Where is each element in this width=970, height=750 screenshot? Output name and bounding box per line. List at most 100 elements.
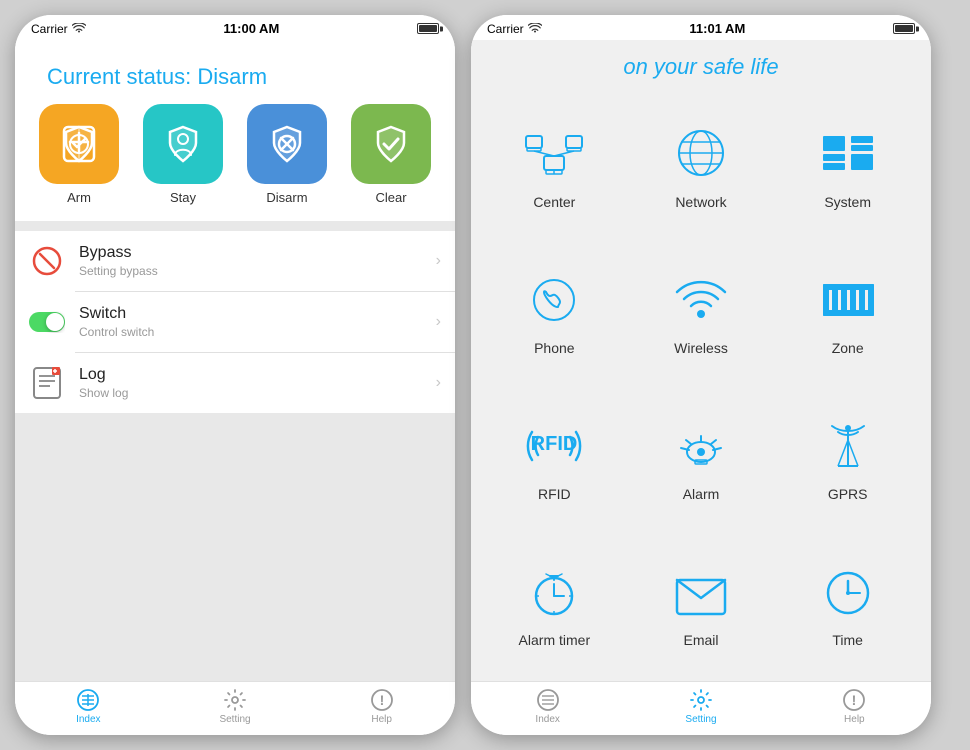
right-tab-index[interactable]: Index xyxy=(471,688,624,725)
right-battery-icon xyxy=(893,23,915,34)
right-wifi-icon xyxy=(528,23,542,34)
email-svg xyxy=(671,566,731,621)
arm-label: Arm xyxy=(67,190,91,205)
phone-label: Phone xyxy=(534,340,574,356)
battery-icon xyxy=(417,23,439,34)
tab-index[interactable]: Index xyxy=(15,688,162,725)
tab-index-label: Index xyxy=(76,714,100,725)
right-help-tab-icon: ! xyxy=(842,688,866,712)
grid-item-wireless[interactable]: Wireless xyxy=(628,240,775,386)
tab-help-label: Help xyxy=(371,714,392,725)
time-svg xyxy=(818,566,878,621)
network-svg xyxy=(671,128,731,183)
right-tab-setting-label: Setting xyxy=(685,714,716,725)
phone-icon xyxy=(522,269,587,334)
log-menu-item[interactable]: Log Show log › xyxy=(15,353,455,413)
bottom-spacer xyxy=(15,413,455,681)
disarm-icon-bg xyxy=(247,104,327,184)
left-tab-bar: Index Setting ! Help xyxy=(15,681,455,735)
network-icon xyxy=(668,123,733,188)
wifi-icon xyxy=(72,23,86,34)
svg-text:!: ! xyxy=(852,692,857,708)
switch-icon xyxy=(29,311,65,333)
bypass-icon-wrap xyxy=(29,243,65,279)
right-status-bar: Carrier 11:01 AM xyxy=(471,15,931,40)
arm-icon-bg xyxy=(39,104,119,184)
switch-icon-wrap xyxy=(29,304,65,340)
bypass-menu-item[interactable]: Bypass Setting bypass › xyxy=(15,231,455,291)
email-label: Email xyxy=(683,632,718,648)
gprs-label: GPRS xyxy=(828,486,868,502)
bypass-subtitle: Setting bypass xyxy=(79,264,436,278)
grid-item-alarm[interactable]: Alarm xyxy=(628,386,775,532)
right-tab-help[interactable]: ! Help xyxy=(778,688,931,725)
grid-item-center[interactable]: Center xyxy=(481,94,628,240)
divider-1 xyxy=(15,221,455,231)
log-chevron: › xyxy=(436,374,441,392)
action-buttons-row: Arm Stay xyxy=(31,104,439,205)
zone-icon xyxy=(815,269,880,334)
grid-item-phone[interactable]: Phone xyxy=(481,240,628,386)
center-svg xyxy=(524,128,584,183)
clear-icon-bg xyxy=(351,104,431,184)
right-index-tab-icon xyxy=(536,688,560,712)
arm-button[interactable]: Arm xyxy=(39,104,119,205)
stay-button[interactable]: Stay xyxy=(143,104,223,205)
log-icon xyxy=(32,366,62,400)
grid-item-zone[interactable]: Zone xyxy=(774,240,921,386)
right-tab-index-label: Index xyxy=(535,714,559,725)
switch-subtitle: Control switch xyxy=(79,325,436,339)
tagline: on your safe life xyxy=(471,40,931,90)
bypass-title: Bypass xyxy=(79,244,436,262)
grid-item-system[interactable]: System xyxy=(774,94,921,240)
setting-tab-icon xyxy=(223,688,247,712)
time-display: 11:00 AM xyxy=(223,21,279,36)
email-icon xyxy=(668,561,733,626)
gprs-icon xyxy=(815,415,880,480)
alarm-timer-label: Alarm timer xyxy=(519,632,591,648)
network-label: Network xyxy=(675,194,726,210)
phone-svg xyxy=(524,274,584,329)
rfid-svg: RFID xyxy=(524,420,584,475)
disarm-button[interactable]: Disarm xyxy=(247,104,327,205)
zone-label: Zone xyxy=(832,340,864,356)
clear-icon xyxy=(368,121,414,167)
grid-item-email[interactable]: Email xyxy=(628,531,775,677)
bypass-icon xyxy=(31,245,63,277)
time-label: Time xyxy=(832,632,863,648)
right-tab-bar: Index Setting ! Help xyxy=(471,681,931,735)
switch-title: Switch xyxy=(79,305,436,323)
alarm-svg xyxy=(671,420,731,475)
log-subtitle: Show log xyxy=(79,386,436,400)
center-label: Center xyxy=(533,194,575,210)
grid-item-network[interactable]: Network xyxy=(628,94,775,240)
grid-item-alarm-timer[interactable]: Alarm timer xyxy=(481,531,628,677)
bypass-chevron: › xyxy=(436,252,441,270)
right-phone: Carrier 11:01 AM on your safe life xyxy=(471,15,931,735)
switch-menu-item[interactable]: Switch Control switch › xyxy=(15,292,455,352)
log-title: Log xyxy=(79,366,436,384)
grid-item-gprs[interactable]: GPRS xyxy=(774,386,921,532)
disarm-icon xyxy=(264,121,310,167)
right-time-display: 11:01 AM xyxy=(689,21,745,36)
tab-help[interactable]: ! Help xyxy=(308,688,455,725)
right-setting-tab-icon xyxy=(689,688,713,712)
stay-icon-bg xyxy=(143,104,223,184)
log-icon-wrap xyxy=(29,365,65,401)
grid-item-rfid[interactable]: RFID RFID xyxy=(481,386,628,532)
tab-setting[interactable]: Setting xyxy=(162,688,309,725)
right-main-content: on your safe life xyxy=(471,40,931,735)
alarm-timer-icon xyxy=(522,561,587,626)
right-tab-setting[interactable]: Setting xyxy=(624,688,777,725)
alarm-timer-svg xyxy=(524,566,584,621)
system-label: System xyxy=(824,194,871,210)
left-main-content: Current status: Disarm xyxy=(15,40,455,735)
clear-button[interactable]: Clear xyxy=(351,104,431,205)
right-carrier-label: Carrier xyxy=(487,22,524,36)
left-status-bar: Carrier 11:00 AM xyxy=(15,15,455,40)
switch-chevron: › xyxy=(436,313,441,331)
wireless-svg xyxy=(671,274,731,329)
grid-item-time[interactable]: Time xyxy=(774,531,921,677)
rfid-icon: RFID xyxy=(522,415,587,480)
tab-setting-label: Setting xyxy=(219,714,250,725)
